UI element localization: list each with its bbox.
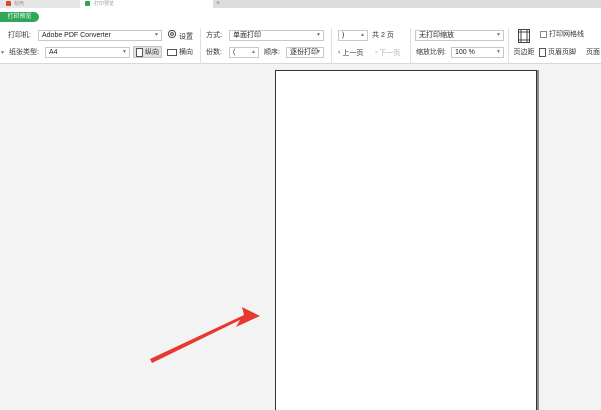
preview-page xyxy=(275,70,537,410)
tab-print-preview[interactable]: 打印预览 xyxy=(80,0,213,8)
chevron-right-icon: › xyxy=(375,49,378,56)
margins-label: 页边距 xyxy=(513,49,535,56)
dropdown-arrow-icon: ▼ xyxy=(154,32,159,38)
gear-icon xyxy=(167,29,177,44)
print-gridlines-label: 打印网格线 xyxy=(549,31,584,38)
total-pages: 共 2 页 xyxy=(372,32,394,39)
printer-select[interactable]: Adobe PDF Converter ▼ xyxy=(38,30,162,41)
order-select[interactable]: 逐份打印 ▼ xyxy=(286,47,324,58)
preview-workspace[interactable] xyxy=(0,64,601,410)
annotation-arrow-icon xyxy=(150,307,260,363)
copies-value: ( xyxy=(233,49,236,56)
paper-type-value: A4 xyxy=(49,49,58,56)
dropdown-arrow-icon: ▼ xyxy=(496,32,501,38)
page-setup-label: 页面 xyxy=(586,49,600,56)
checkbox-icon xyxy=(540,30,547,38)
new-tab-button[interactable]: + xyxy=(213,0,237,8)
dropdown-arrow-icon: ▼ xyxy=(316,49,321,55)
separator xyxy=(508,28,509,66)
header-footer-label: 页眉页脚 xyxy=(548,49,576,56)
docer-logo-icon xyxy=(6,1,11,6)
header-footer-button[interactable]: 页眉页脚 xyxy=(539,47,576,59)
chevron-down-icon[interactable]: ▼ xyxy=(0,47,5,59)
zoom-value: 100 % xyxy=(455,49,475,56)
copies-stepper[interactable]: ( ▲ xyxy=(229,47,259,58)
tab-strip: 稻壳 打印预览 + xyxy=(0,0,601,8)
order-label: 顺序: xyxy=(264,49,280,56)
print-scaling-select[interactable]: 无打印缩放 ▼ xyxy=(415,30,504,41)
document-icon xyxy=(85,1,90,6)
margins-icon xyxy=(518,29,530,43)
copies-label: 份数: xyxy=(206,49,222,56)
chevron-left-icon: ‹ xyxy=(338,49,341,56)
print-preview-toolbar: 打印预览 打印机: Adobe PDF Converter ▼ ▼ 纸张类型: … xyxy=(0,8,601,66)
stepper-icon: ▲ xyxy=(251,49,256,55)
settings-button[interactable]: 设置 xyxy=(167,29,193,41)
previous-page-button[interactable]: ‹ 上一页 xyxy=(338,47,363,59)
portrait-label: 纵向 xyxy=(145,49,159,56)
margins-button[interactable]: 页边距 xyxy=(512,28,536,62)
header-footer-icon xyxy=(539,47,546,57)
next-page-label: 下一页 xyxy=(379,49,401,57)
print-mode-select[interactable]: 单面打印 ▼ xyxy=(229,30,324,41)
print-preview-badge[interactable]: 打印预览 xyxy=(0,12,39,22)
print-mode-value: 单面打印 xyxy=(233,32,261,39)
dropdown-arrow-icon: ▼ xyxy=(496,49,501,55)
tab-label: 稻壳 xyxy=(14,1,25,7)
stepper-icon: ▲ xyxy=(360,32,365,38)
landscape-label: 横向 xyxy=(179,49,193,56)
tab-label: 打印预览 xyxy=(94,1,115,7)
next-page-button[interactable]: › 下一页 xyxy=(375,47,400,59)
landscape-button[interactable]: 横向 xyxy=(167,47,193,59)
printer-value: Adobe PDF Converter xyxy=(42,32,111,39)
previous-page-label: 上一页 xyxy=(342,49,364,57)
dropdown-arrow-icon: ▼ xyxy=(122,49,127,55)
separator xyxy=(331,28,332,66)
zoom-label: 缩放比例: xyxy=(416,49,446,56)
tab-docer[interactable]: 稻壳 xyxy=(0,0,80,8)
page-shadow xyxy=(537,70,539,410)
paper-type-select[interactable]: A4 ▼ xyxy=(45,47,130,58)
print-scaling-value: 无打印缩放 xyxy=(419,32,454,39)
order-value: 逐份打印 xyxy=(290,49,318,56)
page-number-value: ) xyxy=(342,32,345,39)
dropdown-arrow-icon: ▼ xyxy=(316,32,321,38)
plus-icon: + xyxy=(216,0,221,7)
separator xyxy=(410,28,411,66)
print-gridlines-checkbox[interactable]: 打印网格线 xyxy=(540,29,584,41)
portrait-button[interactable]: 纵向 xyxy=(133,46,162,58)
printer-label: 打印机: xyxy=(8,32,31,39)
separator xyxy=(200,28,201,66)
portrait-page-icon xyxy=(136,47,143,57)
settings-label: 设置 xyxy=(179,33,193,41)
zoom-select[interactable]: 100 % ▼ xyxy=(451,47,504,58)
page-setup-button[interactable]: 页面 xyxy=(586,47,600,59)
page-number-input[interactable]: ) ▲ xyxy=(338,30,368,41)
landscape-page-icon xyxy=(167,48,177,56)
print-mode-label: 方式: xyxy=(206,32,222,39)
paper-type-label: 纸张类型: xyxy=(9,49,39,56)
